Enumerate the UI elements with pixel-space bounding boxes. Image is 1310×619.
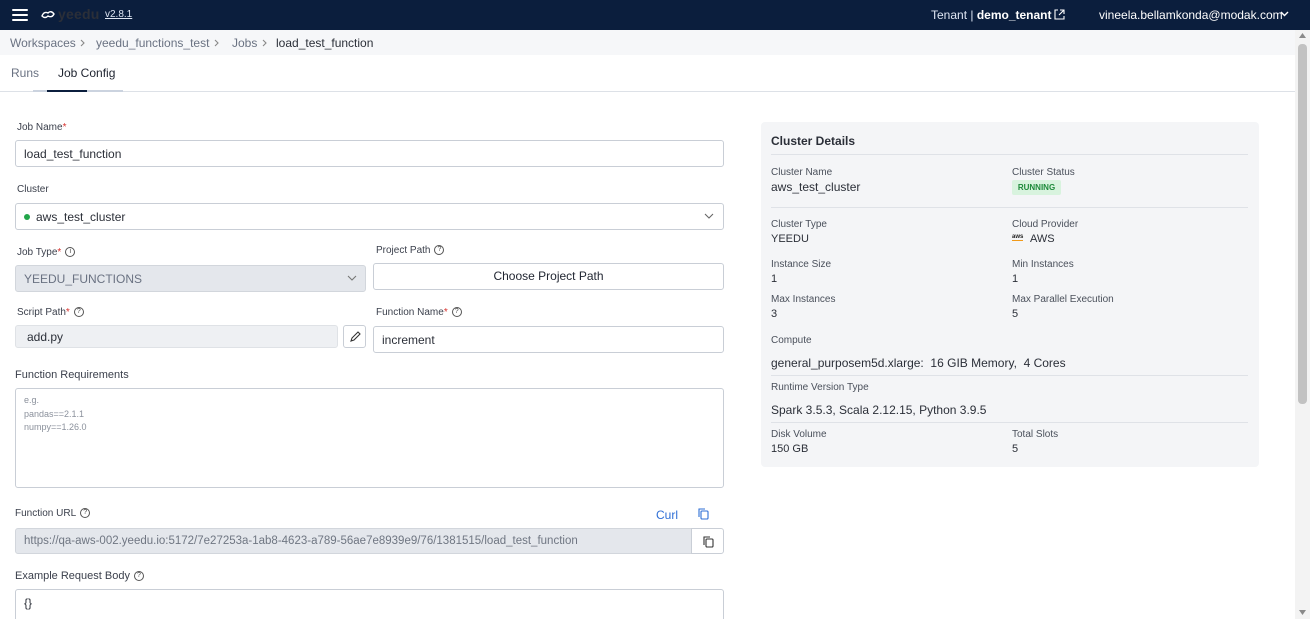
- cluster-type-value: YEEDU: [771, 233, 809, 245]
- chevron-right-icon: [80, 39, 85, 47]
- help-icon[interactable]: ?: [133, 571, 144, 582]
- menu-icon[interactable]: [12, 9, 28, 21]
- chevron-down-icon[interactable]: [1280, 11, 1289, 17]
- runtime-value: Spark 3.5.3, Scala 2.12.15, Python 3.9.5: [771, 403, 987, 417]
- breadcrumb-current: load_test_function: [276, 36, 374, 50]
- instance-size-value: 1: [771, 273, 778, 285]
- aws-logo-icon: aws: [1012, 234, 1024, 241]
- cluster-type-label: Cluster Type: [771, 219, 827, 230]
- min-instances-label: Min Instances: [1012, 259, 1074, 270]
- chevron-right-icon: [262, 39, 267, 47]
- script-path-label: Script Path*?: [17, 307, 84, 318]
- example-request-body-textarea[interactable]: [15, 589, 724, 619]
- cluster-name-label: Cluster Name: [771, 167, 833, 178]
- function-requirements-textarea[interactable]: [15, 388, 724, 488]
- yeedu-logo-icon: [41, 11, 55, 19]
- tab-bar: [0, 55, 1295, 92]
- function-url-input[interactable]: https://qa-aws-002.yeedu.io:5172/7e27253…: [15, 528, 692, 554]
- curl-link[interactable]: Curl: [656, 508, 678, 522]
- total-slots-value: 5: [1012, 443, 1019, 455]
- max-parallel-label: Max Parallel Execution: [1012, 294, 1114, 305]
- job-name-input[interactable]: load_test_function: [15, 140, 724, 167]
- chevron-down-icon[interactable]: [704, 213, 714, 219]
- breadcrumb-jobs[interactable]: Jobs: [232, 36, 257, 50]
- disk-volume-label: Disk Volume: [771, 429, 827, 440]
- disk-volume-value: 150 GB: [771, 443, 809, 455]
- chevron-down-icon[interactable]: [347, 275, 357, 281]
- info-icon[interactable]: i: [65, 247, 76, 258]
- tab-runs[interactable]: Runs: [11, 66, 39, 80]
- function-name-input[interactable]: increment: [373, 326, 724, 353]
- copy-url-button[interactable]: [691, 528, 724, 554]
- tenant-info: Tenant | demo_tenant: [931, 8, 1052, 22]
- scroll-down-icon[interactable]: [1299, 610, 1306, 615]
- scrollbar-thumb[interactable]: [1298, 44, 1307, 404]
- divider: [771, 375, 1248, 376]
- breadcrumb-workspaces[interactable]: Workspaces: [10, 36, 76, 50]
- divider: [771, 154, 1248, 155]
- cluster-label: Cluster: [17, 184, 49, 195]
- max-instances-value: 3: [771, 308, 778, 320]
- cluster-select[interactable]: aws_test_cluster: [15, 203, 724, 230]
- cloud-provider-value: AWS: [1030, 233, 1055, 245]
- job-type-label: Job Type* i: [17, 247, 76, 258]
- app-name[interactable]: yeedu: [58, 6, 99, 22]
- project-path-label: Project Path?: [376, 245, 445, 256]
- external-link-icon[interactable]: [1054, 9, 1065, 20]
- pencil-icon: [350, 331, 361, 342]
- breadcrumb-workspace[interactable]: yeedu_functions_test: [96, 36, 209, 50]
- total-slots-label: Total Slots: [1012, 429, 1059, 440]
- tenant-label: Tenant |: [931, 8, 974, 22]
- script-path-input[interactable]: add.py: [15, 325, 338, 348]
- user-menu[interactable]: vineela.bellamkonda@modak.com: [1099, 8, 1283, 22]
- job-type-select[interactable]: YEEDU_FUNCTIONS: [15, 265, 366, 292]
- edit-script-path-button[interactable]: [343, 325, 366, 348]
- example-request-body-value: {}: [24, 596, 33, 610]
- runtime-label: Runtime Version Type: [771, 382, 869, 393]
- function-requirements-label: Function Requirements: [15, 369, 129, 381]
- divider: [771, 207, 1248, 208]
- divider: [771, 422, 1248, 423]
- cloud-provider-label: Cloud Provider: [1012, 219, 1079, 230]
- copy-icon: [703, 536, 714, 548]
- help-icon[interactable]: ?: [434, 245, 445, 256]
- job-name-label: Job Name*: [17, 122, 67, 133]
- status-dot: [24, 213, 30, 220]
- scroll-up-icon[interactable]: [1299, 33, 1306, 38]
- cluster-details-title: Cluster Details: [771, 134, 856, 148]
- cluster-status-label: Cluster Status: [1012, 167, 1075, 178]
- cluster-value: aws_test_cluster: [36, 209, 126, 224]
- requirements-placeholder: e.g. pandas==2.1.1 numpy==1.26.0: [24, 395, 87, 432]
- help-icon[interactable]: ?: [451, 307, 462, 318]
- tenant-name: demo_tenant: [976, 8, 1052, 22]
- help-icon[interactable]: ?: [80, 508, 91, 519]
- cluster-name-value: aws_test_cluster: [771, 180, 861, 194]
- tab-active-indicator: [47, 90, 87, 92]
- copy-icon[interactable]: [698, 508, 709, 520]
- chevron-right-icon: [214, 39, 219, 47]
- min-instances-value: 1: [1012, 273, 1019, 285]
- app-version[interactable]: v2.8.1: [105, 9, 132, 20]
- compute-value: general_purposem5d.xlarge: 16 GIB Memory…: [771, 356, 1066, 370]
- function-name-label: Function Name*?: [376, 307, 462, 318]
- function-url-label: Function URL?: [15, 508, 91, 519]
- choose-project-path-button[interactable]: Choose Project Path: [373, 263, 724, 290]
- max-instances-label: Max Instances: [771, 294, 836, 305]
- tab-job-config[interactable]: Job Config: [58, 66, 115, 80]
- compute-label: Compute: [771, 335, 812, 346]
- help-icon[interactable]: ?: [73, 307, 84, 318]
- instance-size-label: Instance Size: [771, 259, 832, 270]
- status-badge: RUNNING: [1012, 180, 1061, 195]
- example-request-body-label: Example Request Body?: [15, 570, 144, 582]
- max-parallel-value: 5: [1012, 308, 1019, 320]
